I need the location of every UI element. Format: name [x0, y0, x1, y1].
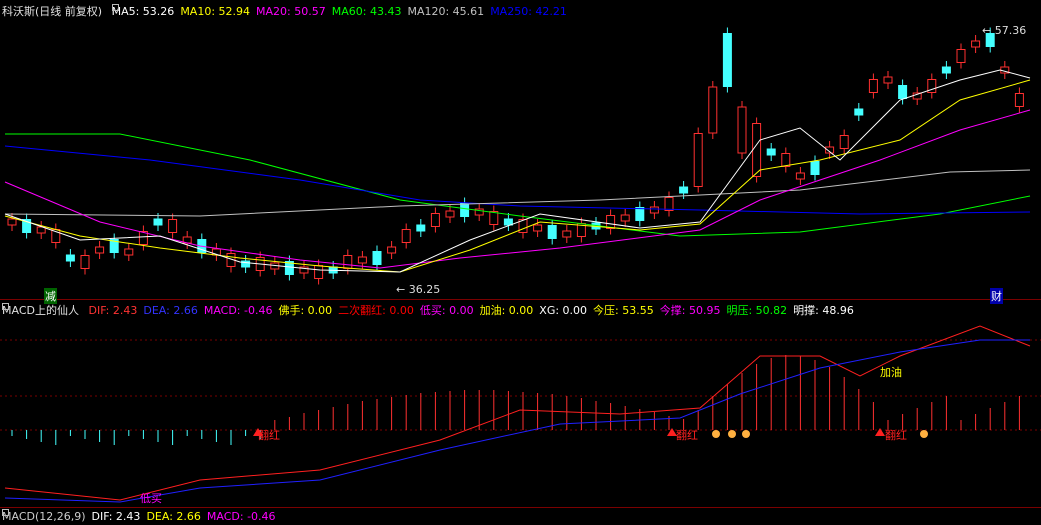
tag-jian: 减: [44, 288, 57, 304]
candle-body-55: [810, 161, 820, 175]
candle-body-11: [168, 219, 178, 233]
candle-body-51: [752, 123, 762, 177]
candle-body-0: [7, 218, 17, 226]
hand-icon-0: [712, 430, 720, 438]
candle-body-8: [124, 248, 134, 256]
price-low-label: ← 36.25: [396, 283, 441, 296]
fanhong-label-3: 翻红: [885, 429, 907, 442]
candle-body-53: [781, 153, 791, 167]
candle-body-28: [416, 224, 426, 232]
candle-body-21: [314, 265, 324, 279]
tag-cai: 财: [990, 288, 1003, 304]
candle-body-61: [898, 85, 908, 99]
candle-body-24: [357, 256, 367, 264]
candle-body-44: [649, 206, 659, 214]
ma10-line: [4, 79, 1031, 273]
candle-body-23: [343, 255, 353, 269]
ma5-line: [4, 69, 1031, 273]
dimai-label: 低买: [140, 492, 162, 505]
dif-line: [4, 325, 1031, 501]
candle-body-31: [460, 203, 470, 217]
candle-body-64: [941, 66, 951, 74]
hand-icon-2: [742, 430, 750, 438]
fanhong-label-2: 翻红: [676, 429, 698, 442]
candle-body-66: [971, 40, 981, 48]
jiayou-label: 加油: [880, 366, 902, 379]
price-high-label: ← 57.36: [982, 24, 1027, 37]
dea-line: [4, 339, 1030, 503]
candle-body-45: [664, 197, 674, 211]
candle-body-33: [489, 211, 499, 225]
candle-body-10: [153, 218, 163, 226]
candle-body-5: [80, 255, 90, 269]
candle-body-58: [854, 108, 864, 116]
candle-body-26: [387, 246, 397, 254]
candle-body-36: [533, 224, 543, 232]
candle-body-65: [956, 49, 966, 63]
candle-body-60: [883, 76, 893, 84]
candle-body-59: [868, 79, 878, 93]
candle-body-46: [679, 186, 689, 194]
candle-body-47: [693, 133, 703, 187]
candle-body-54: [795, 172, 805, 180]
candle-body-34: [503, 218, 513, 226]
candle-body-30: [445, 210, 455, 218]
candle-body-52: [766, 148, 776, 156]
candle-body-69: [1014, 93, 1024, 107]
candle-body-37: [547, 225, 557, 239]
hand-icon-3: [920, 430, 928, 438]
ma120-line: [4, 169, 1031, 217]
candle-body-49: [722, 33, 732, 87]
ma20-line: [4, 109, 1031, 269]
ma250-line: [4, 145, 1031, 215]
fanhong-arrow-icon-2: [875, 428, 885, 436]
fanhong-label-1: 翻红: [258, 429, 280, 442]
candle-body-48: [708, 86, 718, 134]
candle-body-25: [372, 251, 382, 265]
candle-body-43: [635, 207, 645, 221]
candle-body-27: [401, 229, 411, 243]
candle-body-50: [737, 106, 747, 154]
candle-body-4: [65, 254, 75, 262]
candle-body-57: [839, 135, 849, 149]
candle-body-29: [430, 213, 440, 227]
candle-body-42: [620, 214, 630, 222]
candle-body-38: [562, 230, 572, 238]
hand-icon-1: [728, 430, 736, 438]
candle-body-6: [95, 246, 105, 254]
